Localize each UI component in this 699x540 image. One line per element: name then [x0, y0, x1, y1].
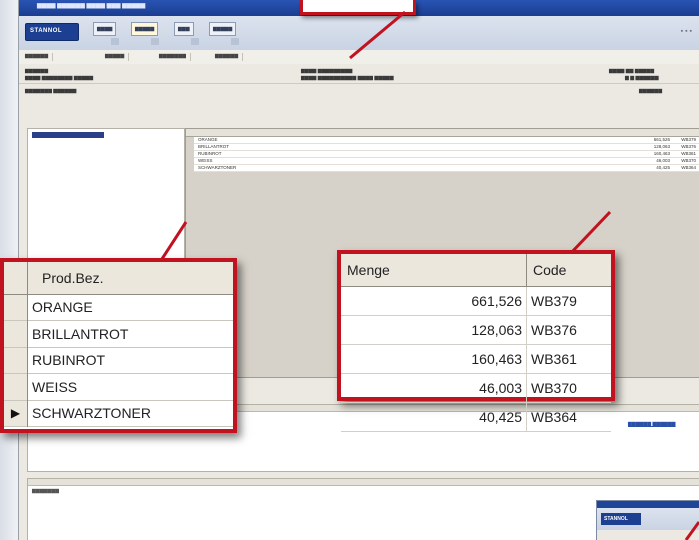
toolbar: ▆▆▆▆▆▆ ▆▆▆▆▆ ▆▆▆▆▆▆▆ ▆▆▆▆▆▆ [19, 50, 699, 65]
quantity-callout-table: Menge Code 661,526 WB379 128,063 WB376 1… [341, 254, 611, 432]
ribbon-tab-1[interactable]: ▆▆▆▆ [93, 22, 117, 36]
ribbon-right-controls[interactable]: ▪ ▪ ▪ [681, 28, 692, 35]
quantity-callout-header-row: Menge Code [341, 254, 611, 287]
ribbon-small-2[interactable] [151, 38, 159, 45]
screenshot-stage: ▆▆▆▆ ▆▆▆▆▆▆ ▆▆▆▆ ▆▆▆ ▆▆▆▆▆ STANNOL ▆▆▆▆ … [0, 0, 699, 540]
ribbon-tab-3[interactable]: ▆▆▆ [174, 22, 194, 36]
mini-window: STANNOL [596, 500, 699, 540]
top-callout-fragment [300, 0, 416, 15]
ribbon-tab-2[interactable]: ▆▆▆▆▆ [131, 22, 159, 36]
product-row[interactable]: WEISS [4, 373, 233, 400]
info-field-3: ▆▆▆▆ ▆▆▆▆▆▆▆▆▆ [301, 68, 353, 74]
selected-tree-item[interactable] [32, 132, 104, 138]
info-field-2: ▆▆▆▆ ▆▆▆▆▆▆▆▆ ▆▆▆▆▆ [25, 75, 94, 81]
toolbar-button-3[interactable]: ▆▆▆▆▆▆▆ [159, 53, 191, 61]
quantity-row[interactable]: 40,425 WB364 [341, 402, 611, 432]
grid-header [186, 129, 699, 137]
mini-logo: STANNOL [601, 513, 641, 525]
mini-title-bar [597, 501, 699, 508]
product-callout: Prod.Bez. ORANGE BRILLANTROT RUBINROT WE… [0, 258, 237, 433]
ribbon-small-4[interactable] [231, 38, 239, 45]
info-field-8: ▆▆▆▆▆▆ [639, 88, 663, 94]
ribbon-tab-4[interactable]: ▆▆▆▆▆ [209, 22, 237, 36]
app-logo-text: STANNOL [30, 28, 63, 34]
product-callout-table: Prod.Bez. ORANGE BRILLANTROT RUBINROT WE… [4, 262, 233, 427]
ribbon-small-3[interactable] [191, 38, 199, 45]
product-row[interactable]: RUBINROT [4, 347, 233, 374]
current-row-arrow-icon: ▶ [4, 400, 28, 427]
toolbar-button-4[interactable]: ▆▆▆▆▆▆ [215, 53, 244, 61]
grid-row[interactable]: WEISS 46,003 WB370 [194, 158, 699, 165]
quantity-row[interactable]: 160,463 WB361 [341, 344, 611, 374]
toolbar-button-1[interactable]: ▆▆▆▆▆▆ [25, 53, 54, 61]
quantity-row[interactable]: 128,063 WB376 [341, 315, 611, 345]
quantity-row[interactable]: 46,003 WB370 [341, 373, 611, 403]
prod-bez-header: Prod.Bez. [42, 269, 104, 286]
app-logo: STANNOL [25, 23, 79, 41]
product-callout-header-row: Prod.Bez. [4, 262, 233, 294]
product-row-current[interactable]: ▶ SCHWARZTONER [4, 400, 233, 427]
ribbon: STANNOL ▆▆▆▆ ▆▆▆▆▆ ▆▆▆ ▆▆▆▆▆ ▪ ▪ ▪ [19, 16, 699, 51]
info-field-6: ▆ ▆ ▆▆▆▆▆▆ [625, 75, 659, 81]
order-info-panel: ▆▆▆▆▆▆ ▆▆▆▆ ▆▆▆▆▆▆▆▆ ▆▆▆▆▆ ▆▆▆▆ ▆▆▆▆▆▆▆▆… [19, 64, 699, 98]
ribbon-small-1[interactable] [111, 38, 119, 45]
info-divider [19, 83, 699, 84]
product-row[interactable]: BRILLANTROT [4, 320, 233, 347]
grid-row[interactable]: ORANGE 661,526 WB379 [194, 137, 699, 144]
product-row[interactable]: ORANGE [4, 294, 233, 321]
info-field-1: ▆▆▆▆▆▆ [25, 68, 49, 74]
toolbar-button-2[interactable]: ▆▆▆▆▆ [105, 53, 130, 61]
grid-row[interactable]: SCHWARZTONER 40,425 WB364 [194, 165, 699, 172]
notes-label: ▆▆▆▆▆▆▆ [32, 488, 59, 494]
detail-link[interactable]: ▆▆▆▆▆▆ ▆▆▆▆▆▆ [628, 421, 676, 427]
title-text-illegible: ▆▆▆▆ ▆▆▆▆▆▆ ▆▆▆▆ ▆▆▆ ▆▆▆▆▆ [37, 3, 146, 9]
info-field-7: ▆▆▆▆▆▆▆ ▆▆▆▆▆▆ [25, 88, 77, 94]
quantity-callout: Menge Code 661,526 WB379 128,063 WB376 1… [337, 250, 615, 432]
info-field-4: ▆▆▆▆ ▆▆▆▆▆▆▆▆▆▆ ▆▆▆▆ ▆▆▆▆▆ [301, 75, 394, 81]
notes-panel-header [28, 479, 699, 486]
menge-header: Menge [341, 254, 527, 287]
info-field-5: ▆▆▆▆ ▆▆ ▆▆▆▆▆ [609, 68, 655, 74]
grid-row[interactable]: BRILLANTROT 128,063 WB376 [194, 144, 699, 151]
code-header: Code [526, 254, 611, 287]
quantity-row[interactable]: 661,526 WB379 [341, 286, 611, 316]
grid-row[interactable]: RUBINROT 160,463 WB361 [194, 151, 699, 158]
mini-logo-text: STANNOL [604, 516, 628, 522]
